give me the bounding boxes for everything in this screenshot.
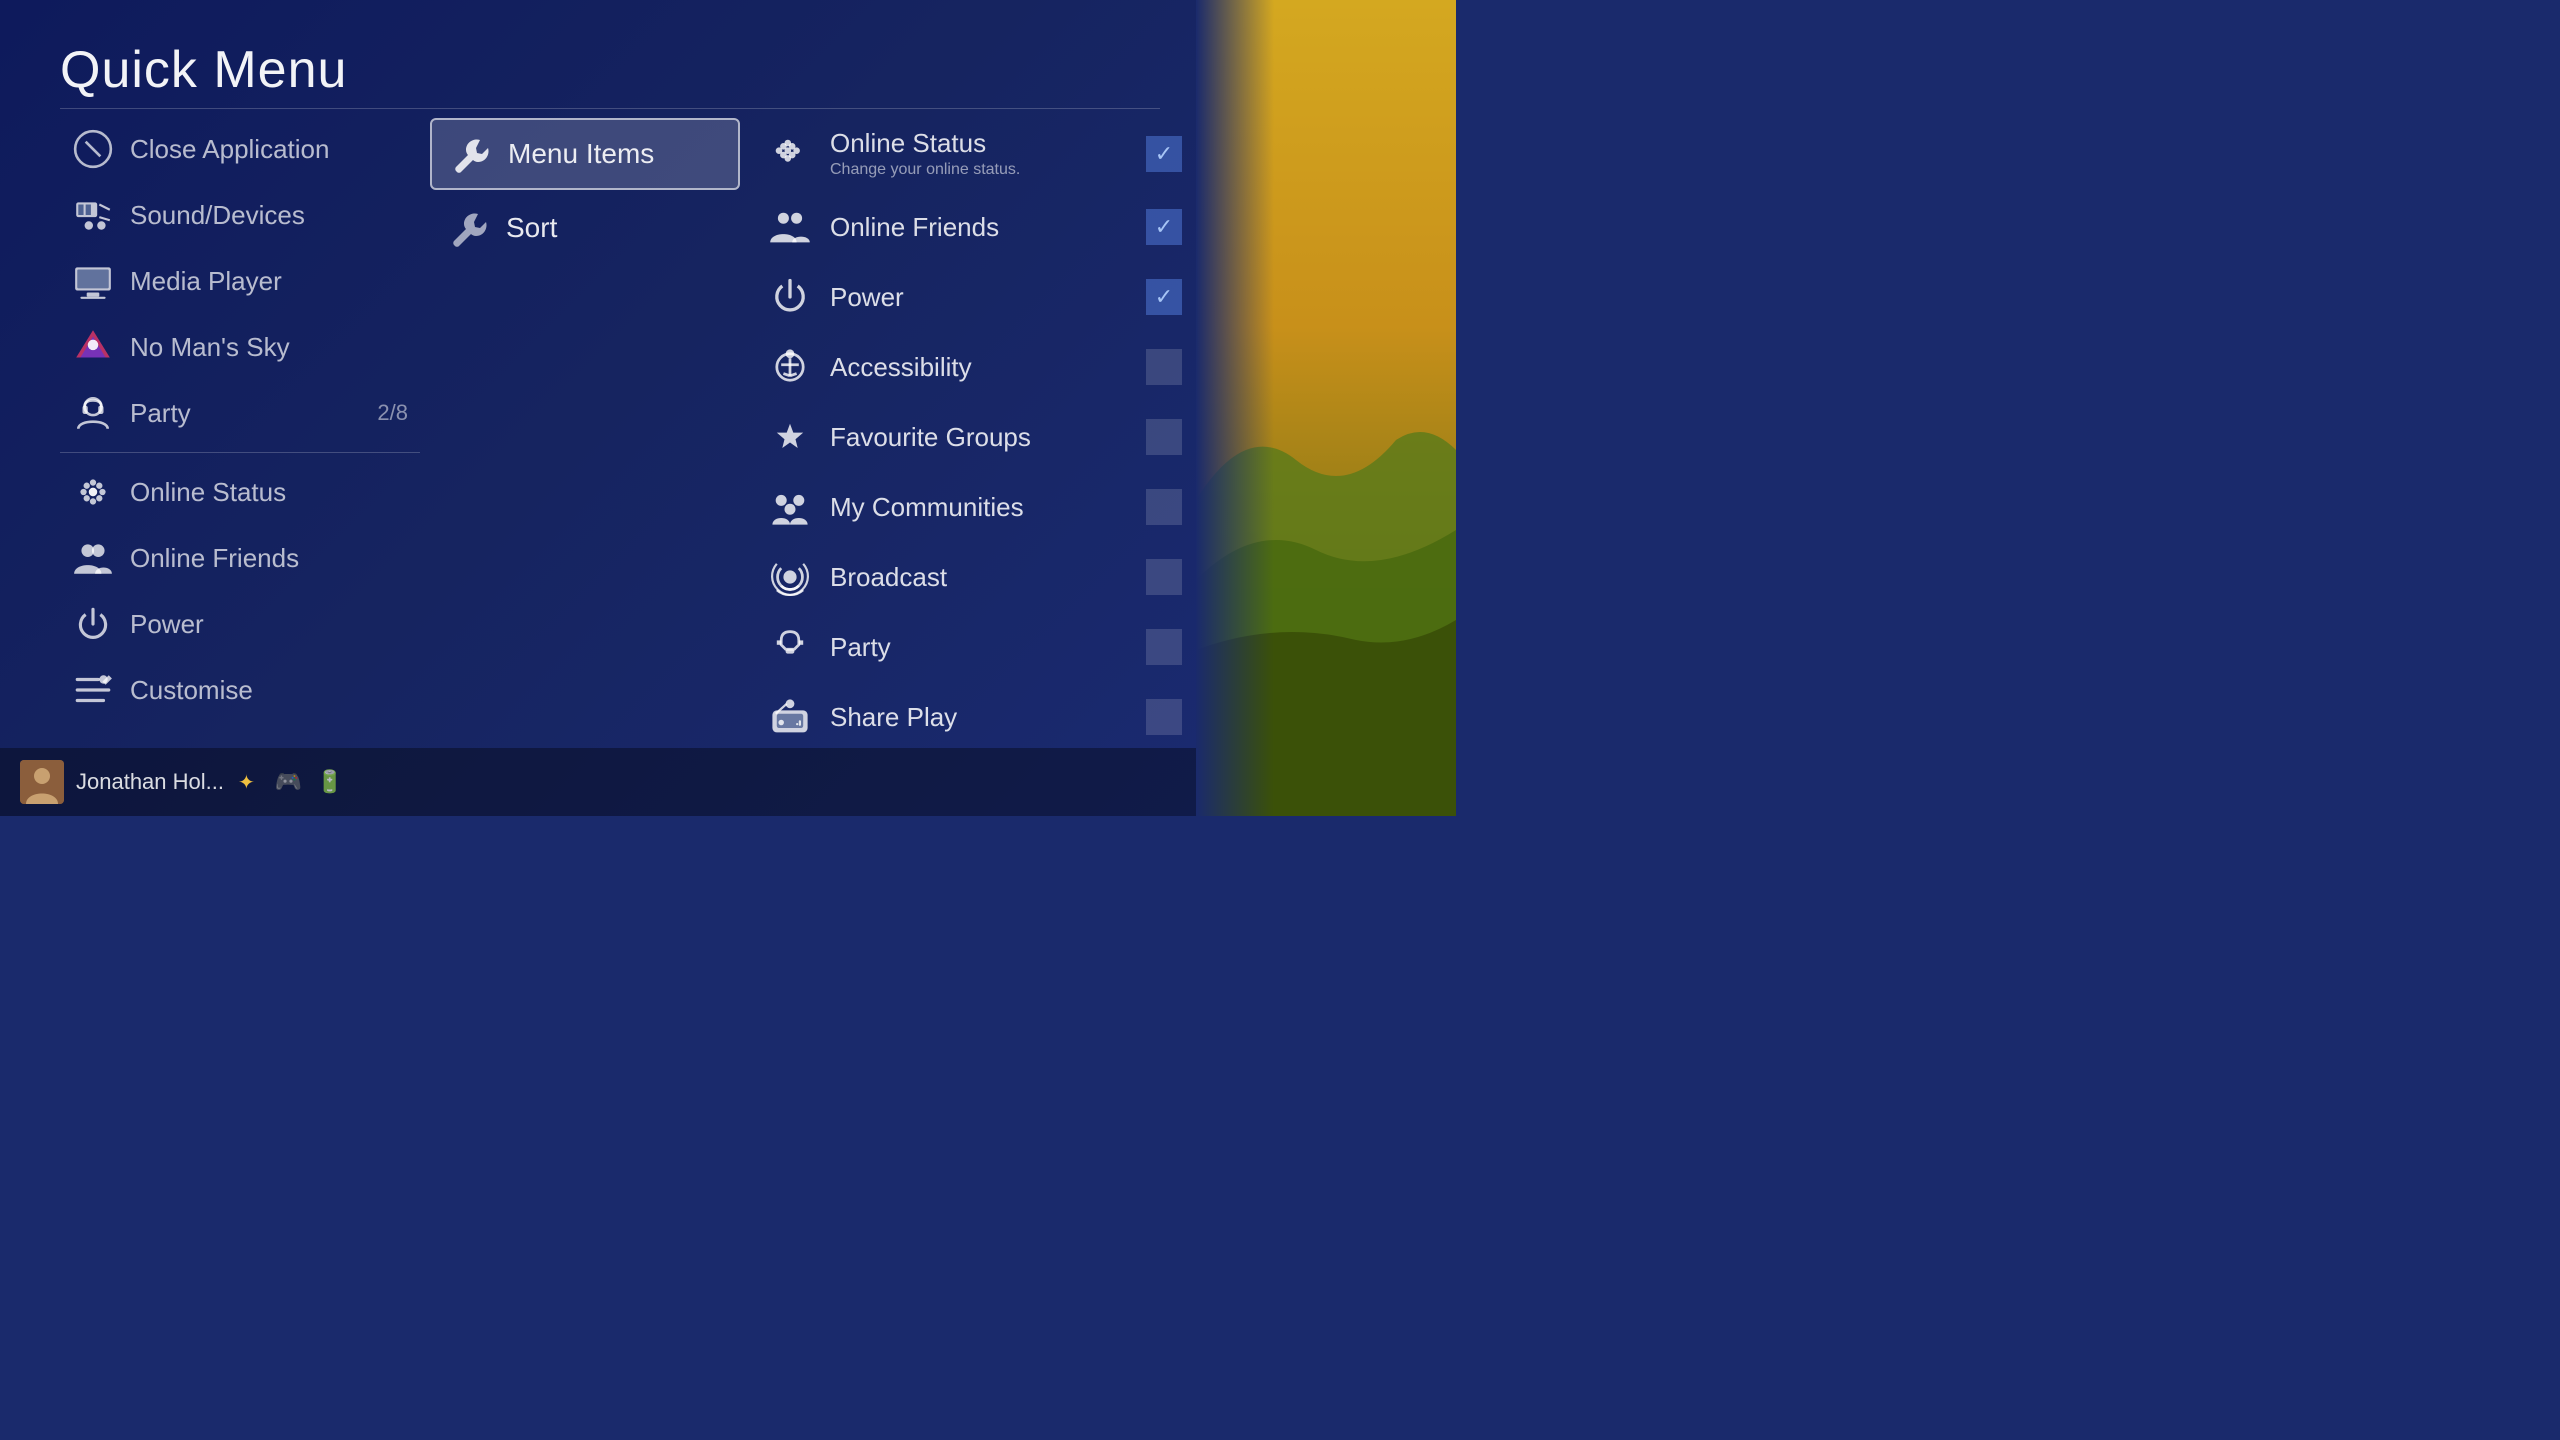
power-r-icon <box>768 275 812 319</box>
broadcast-r-icon <box>768 555 812 599</box>
sidebar-item-power[interactable]: Power <box>60 593 420 655</box>
online-status-checkbox[interactable]: ✓ <box>1146 136 1182 172</box>
check-mark: ✓ <box>1155 141 1173 167</box>
broadcast-checkbox[interactable] <box>1146 559 1182 595</box>
left-menu: Close Application Sound/Devices <box>60 118 420 725</box>
menu-divider <box>60 452 420 453</box>
accessibility-checkbox[interactable] <box>1146 349 1182 385</box>
power-label: Power <box>130 609 204 640</box>
controller-icon: 🎮 <box>275 769 302 795</box>
sidebar-item-no-mans-sky[interactable]: No Man's Sky <box>60 316 420 378</box>
accessibility-info: Accessibility <box>830 352 1146 383</box>
share-play-info: Share Play <box>830 702 1146 733</box>
online-status-r-icon <box>768 132 812 176</box>
sidebar-item-party[interactable]: Party 2/8 <box>60 382 420 444</box>
game-icon <box>72 326 114 368</box>
accessibility-r-label: Accessibility <box>830 352 1146 383</box>
right-item-broadcast[interactable]: Broadcast <box>760 545 1190 609</box>
settings-item-sort[interactable]: Sort <box>430 194 740 262</box>
power-icon <box>72 603 114 645</box>
favourite-groups-checkbox[interactable] <box>1146 419 1182 455</box>
sidebar-item-close-application[interactable]: Close Application <box>60 118 420 180</box>
sidebar-item-sound-devices[interactable]: Sound/Devices <box>60 184 420 246</box>
my-communities-checkbox[interactable] <box>1146 489 1182 525</box>
power-checkbox[interactable]: ✓ <box>1146 279 1182 315</box>
menu-items-label: Menu Items <box>508 138 654 170</box>
online-friends-icon <box>72 537 114 579</box>
check-mark-2: ✓ <box>1155 214 1173 240</box>
avatar <box>20 760 64 804</box>
party-r-icon <box>768 625 812 669</box>
settings-item-menu-items[interactable]: Menu Items <box>430 118 740 190</box>
background-landscape <box>1196 0 1456 816</box>
sidebar-item-online-status[interactable]: Online Status <box>60 461 420 523</box>
accessibility-r-icon <box>768 345 812 389</box>
wrench-icon-sort <box>450 208 490 248</box>
party-icon <box>72 392 114 434</box>
online-status-r-label: Online Status <box>830 128 1146 159</box>
check-mark-3: ✓ <box>1155 284 1173 310</box>
party-badge: 2/8 <box>377 400 408 426</box>
online-status-sublabel: Change your online status. <box>830 161 1146 179</box>
wrench-icon-menu-items <box>452 134 492 174</box>
online-friends-checkbox[interactable]: ✓ <box>1146 209 1182 245</box>
online-friends-r-label: Online Friends <box>830 212 1146 243</box>
sort-label: Sort <box>506 212 557 244</box>
party-info: Party <box>830 632 1146 663</box>
battery-icon: 🔋 <box>316 769 343 795</box>
favourite-groups-r-label: Favourite Groups <box>830 422 1146 453</box>
share-play-r-label: Share Play <box>830 702 1146 733</box>
close-app-icon <box>72 128 114 170</box>
right-item-party[interactable]: Party <box>760 615 1190 679</box>
user-name: Jonathan Hol... <box>76 769 224 795</box>
main-content: Quick Menu Close Application <box>0 0 1196 816</box>
share-play-r-icon <box>768 695 812 739</box>
right-item-online-friends[interactable]: Online Friends ✓ <box>760 195 1190 259</box>
my-communities-info: My Communities <box>830 492 1146 523</box>
customise-icon <box>72 669 114 711</box>
page-title: Quick Menu <box>60 40 347 100</box>
close-application-label: Close Application <box>130 134 329 165</box>
sidebar-item-online-friends[interactable]: Online Friends <box>60 527 420 589</box>
header-divider <box>60 108 1160 109</box>
party-checkbox[interactable] <box>1146 629 1182 665</box>
customise-label: Customise <box>130 675 253 706</box>
sound-devices-label: Sound/Devices <box>130 200 305 231</box>
party-label: Party <box>130 398 191 429</box>
power-info: Power <box>830 282 1146 313</box>
online-status-info: Online Status Change your online status. <box>830 128 1146 179</box>
right-item-my-communities[interactable]: My Communities <box>760 475 1190 539</box>
media-player-label: Media Player <box>130 266 282 297</box>
my-communities-r-label: My Communities <box>830 492 1146 523</box>
sound-icon <box>72 194 114 236</box>
favourite-groups-r-icon <box>768 415 812 459</box>
right-item-favourite-groups[interactable]: Favourite Groups <box>760 405 1190 469</box>
right-item-online-status[interactable]: Online Status Change your online status.… <box>760 118 1190 189</box>
share-play-checkbox[interactable] <box>1146 699 1182 735</box>
online-friends-r-icon <box>768 205 812 249</box>
no-mans-sky-label: No Man's Sky <box>130 332 290 363</box>
sidebar-item-customise[interactable]: Customise <box>60 659 420 721</box>
right-item-accessibility[interactable]: Accessibility <box>760 335 1190 399</box>
party-r-label: Party <box>830 632 1146 663</box>
online-status-icon <box>72 471 114 513</box>
sidebar-item-media-player[interactable]: Media Player <box>60 250 420 312</box>
media-player-icon <box>72 260 114 302</box>
bottom-bar: Jonathan Hol... ✦ 🎮 🔋 <box>0 748 1196 816</box>
my-communities-r-icon <box>768 485 812 529</box>
right-menu: Online Status Change your online status.… <box>760 118 1190 755</box>
right-item-share-play[interactable]: Share Play <box>760 685 1190 749</box>
online-friends-label: Online Friends <box>130 543 299 574</box>
broadcast-r-label: Broadcast <box>830 562 1146 593</box>
ps-plus-icon: ✦ <box>238 770 255 795</box>
online-friends-info: Online Friends <box>830 212 1146 243</box>
power-r-label: Power <box>830 282 1146 313</box>
right-item-power[interactable]: Power ✓ <box>760 265 1190 329</box>
online-status-label: Online Status <box>130 477 286 508</box>
middle-menu: Menu Items Sort <box>430 118 740 266</box>
broadcast-info: Broadcast <box>830 562 1146 593</box>
favourite-groups-info: Favourite Groups <box>830 422 1146 453</box>
